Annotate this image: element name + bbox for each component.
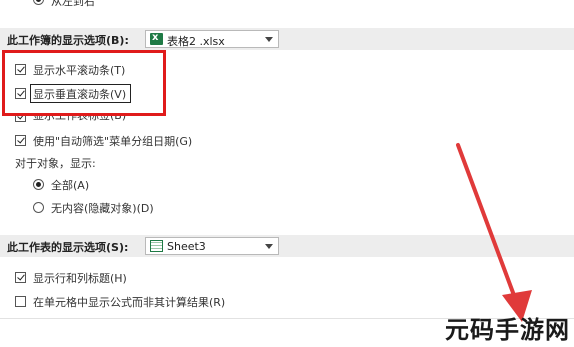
workbook-select[interactable]: x 表格2 .xlsx <box>145 30 279 48</box>
chevron-down-icon <box>265 244 273 249</box>
worksheet-select[interactable]: Sheet3 <box>145 237 279 255</box>
arrow-annotation-icon <box>456 143 532 322</box>
autofilter-group-dates-checkbox[interactable] <box>15 135 26 146</box>
chevron-down-icon <box>265 37 273 42</box>
objects-all-label: 全部(A) <box>51 179 90 192</box>
show-formulas-checkbox[interactable] <box>15 296 26 307</box>
show-formulas-label: 在单元格中显示公式而非其计算结果(R) <box>33 296 226 309</box>
workbook-select-value: 表格2 .xlsx <box>167 35 225 48</box>
highlight-annotation-box <box>2 50 166 116</box>
excel-icon: x <box>150 32 163 45</box>
sheet-icon <box>150 240 163 252</box>
objects-display-label: 对于对象，显示: <box>15 157 96 170</box>
show-row-column-headers-label: 显示行和列标题(H) <box>33 272 127 285</box>
objects-hidden-label: 无内容(隐藏对象)(D) <box>51 202 154 215</box>
autofilter-group-dates-label: 使用"自动筛选"菜单分组日期(G) <box>33 135 193 148</box>
worksheet-select-value: Sheet3 <box>167 240 206 253</box>
top-partial-radio[interactable] <box>33 0 44 5</box>
objects-hidden-radio[interactable] <box>33 202 44 213</box>
show-row-column-headers-checkbox[interactable] <box>15 272 26 283</box>
worksheet-section-label: 此工作表的显示选项(S): <box>7 241 129 254</box>
objects-all-radio[interactable] <box>33 179 44 190</box>
workbook-section-label: 此工作簿的显示选项(B): <box>7 34 129 47</box>
top-partial-label: 从左到右 <box>51 0 95 8</box>
watermark-logo: 元码手游网 <box>445 316 570 344</box>
